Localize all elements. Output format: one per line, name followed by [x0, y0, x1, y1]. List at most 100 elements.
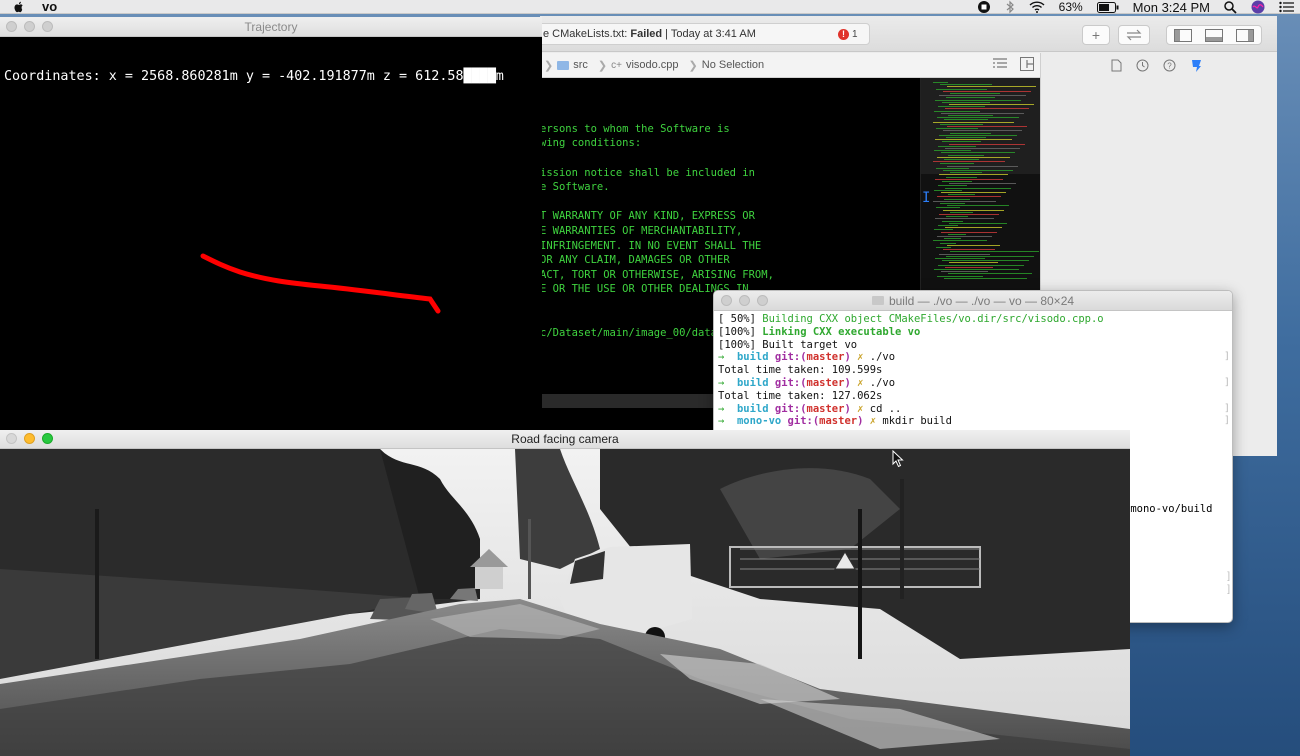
minimap-line	[942, 181, 972, 182]
navigator-toggle-icon[interactable]	[1173, 28, 1192, 42]
dirty-mark-icon: ✗	[869, 415, 883, 428]
minimap-line	[942, 101, 990, 103]
terminal-titlebar[interactable]: build — ./vo — ./vo — vo — 80×24	[714, 291, 1232, 311]
minimap-line	[938, 106, 985, 108]
app-menu-name[interactable]: vo	[42, 0, 57, 14]
attributes-inspector-icon[interactable]	[1190, 59, 1203, 73]
minimap-line	[947, 205, 1009, 207]
scroll-marker: ]	[1227, 584, 1230, 595]
minimap-line	[950, 251, 1039, 253]
jump-bar-buttons	[992, 57, 1034, 71]
bluetooth-icon[interactable]	[1005, 0, 1015, 14]
minimap-line	[945, 187, 1011, 189]
apple-icon[interactable]	[12, 0, 26, 14]
close-button[interactable]	[6, 21, 17, 32]
close-button[interactable]	[721, 295, 732, 306]
line-end-marker: ]	[1223, 415, 1230, 427]
minimize-button[interactable]	[24, 433, 35, 444]
minimap-line	[937, 196, 1001, 198]
minimap-line	[933, 121, 1014, 123]
menu-list-icon[interactable]	[1279, 1, 1294, 13]
status-prefix: e CMakeLists.txt:	[543, 28, 628, 40]
prompt-command: cd ..	[869, 402, 902, 415]
minimap-line	[938, 225, 958, 226]
minimap-line	[946, 216, 968, 218]
breadcrumb-selection[interactable]: No Selection	[702, 59, 764, 71]
prompt-git-close: )	[844, 376, 858, 389]
minimap-line	[940, 84, 992, 86]
siri-icon[interactable]	[1251, 0, 1265, 14]
close-button[interactable]	[6, 433, 17, 444]
add-editor-icon[interactable]	[1020, 57, 1034, 71]
camera-titlebar[interactable]: Road facing camera	[0, 430, 1130, 449]
zoom-button[interactable]	[42, 21, 53, 32]
output-text: Linking CXX executable vo	[762, 325, 921, 338]
camera-title: Road facing camera	[511, 432, 619, 446]
record-icon[interactable]	[977, 0, 991, 14]
error-count: 1	[852, 28, 858, 40]
chevron-right-icon: ❯	[688, 59, 698, 72]
debug-area-toggle-icon[interactable]	[1204, 28, 1223, 42]
minimap-line	[949, 143, 1025, 145]
prompt-arrow-icon: →	[718, 415, 737, 428]
dirty-mark-icon: ✗	[857, 402, 870, 415]
inspector-toggle-icon[interactable]	[1236, 28, 1255, 42]
progress-prefix: [100%]	[718, 325, 763, 338]
output-text: Total time taken: 109.599s	[718, 364, 883, 377]
code-review-button[interactable]	[1118, 25, 1150, 45]
minimap-line	[935, 218, 994, 220]
minimap-line	[936, 88, 987, 90]
minimap-line	[945, 108, 1029, 110]
minimap-line	[937, 117, 1019, 119]
minimap-line	[943, 170, 1013, 171]
breadcrumb-folder[interactable]: src	[573, 59, 588, 71]
minimap-line	[933, 200, 996, 202]
minimize-button[interactable]	[739, 295, 750, 306]
minimap-line	[935, 258, 985, 259]
minimap-line	[941, 231, 997, 233]
prompt-branch: master	[819, 415, 858, 428]
prompt-git-close: )	[844, 351, 858, 364]
wifi-icon[interactable]	[1029, 1, 1045, 13]
breadcrumb-file[interactable]: visodo.cpp	[626, 59, 679, 71]
folder-icon	[557, 60, 570, 70]
jump-bar: ❯ src ❯ c+ visodo.cpp ❯ No Selection	[540, 53, 1040, 78]
plus-icon: +	[1091, 27, 1101, 43]
minimize-button[interactable]	[24, 21, 35, 32]
terminal-line: → mono-vo git:(master) ✗ mkdir build]	[718, 415, 1230, 428]
add-button[interactable]: +	[1082, 25, 1110, 45]
error-badge[interactable]: ! 1	[838, 25, 858, 43]
zoom-button[interactable]	[42, 433, 53, 444]
minimap-line	[936, 128, 978, 130]
minimap-line	[944, 119, 988, 121]
minimap-line	[935, 99, 1021, 101]
quick-help-icon[interactable]: ?	[1163, 59, 1176, 72]
minimap-line	[940, 123, 983, 125]
file-inspector-icon[interactable]	[1111, 59, 1122, 72]
progress-prefix: [100%]	[718, 338, 763, 351]
minimap-line	[946, 137, 986, 138]
minimap-line	[948, 194, 975, 196]
status-state: Failed	[630, 28, 663, 40]
code-line: e Software.	[540, 181, 610, 194]
minimap-line	[934, 189, 962, 191]
minimap-line	[947, 126, 1027, 127]
activity-status[interactable]: e CMakeLists.txt: Failed | Today at 3:41…	[540, 23, 870, 45]
battery-icon[interactable]	[1096, 1, 1119, 13]
minimap-line	[941, 271, 988, 273]
ibeam-cursor-icon: I	[922, 190, 931, 206]
editor-options-icon[interactable]	[992, 57, 1008, 71]
menu-clock[interactable]: Mon 3:24 PM	[1133, 0, 1210, 15]
prompt-git: git:(	[774, 402, 807, 415]
minimap-line	[949, 222, 1007, 224]
minimap-line	[940, 203, 965, 204]
trajectory-titlebar[interactable]: Trajectory	[0, 17, 542, 37]
spotlight-icon[interactable]	[1224, 0, 1237, 14]
terminal-line: Total time taken: 127.062s	[718, 390, 1228, 403]
minimap-line	[949, 262, 998, 264]
history-inspector-icon[interactable]	[1136, 59, 1149, 72]
terminal-output[interactable]: [ 50%] Building CXX object CMakeFiles/vo…	[714, 311, 1232, 430]
window-controls	[721, 295, 768, 306]
zoom-button[interactable]	[757, 295, 768, 306]
code-line: wing conditions:	[540, 137, 642, 150]
